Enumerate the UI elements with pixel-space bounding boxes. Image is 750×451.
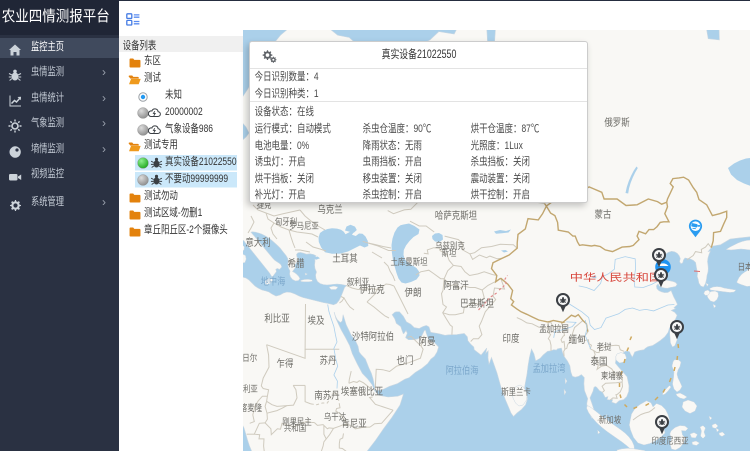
svg-text:孟加拉湾: 孟加拉湾 (533, 362, 566, 375)
svg-text:伊朗: 伊朗 (405, 287, 422, 299)
svg-text:日本: 日本 (738, 261, 750, 272)
svg-text:印度: 印度 (503, 332, 520, 345)
svg-text:孟加拉国: 孟加拉国 (539, 323, 569, 334)
svg-text:阿拉伯海: 阿拉伯海 (446, 364, 479, 377)
svg-text:中华人民共和国: 中华人民共和国 (570, 271, 662, 284)
svg-text:土耳其: 土耳其 (332, 252, 357, 265)
svg-text:也门: 也门 (397, 354, 414, 367)
svg-text:尼日利亚: 尼日利亚 (243, 383, 258, 394)
svg-text:苏丹: 苏丹 (320, 354, 337, 367)
svg-text:共和国: 共和国 (284, 423, 306, 433)
svg-text:乌克兰: 乌克兰 (317, 203, 342, 216)
svg-text:利比亚: 利比亚 (264, 312, 289, 325)
svg-text:土库曼斯坦: 土库曼斯坦 (391, 256, 428, 267)
svg-text:沙特阿拉伯: 沙特阿拉伯 (352, 330, 394, 343)
svg-text:尼日尔: 尼日尔 (243, 352, 257, 363)
svg-text:斯里兰卡: 斯里兰卡 (501, 386, 531, 397)
svg-text:埃及: 埃及 (308, 314, 325, 327)
svg-text:南苏丹: 南苏丹 (314, 389, 339, 402)
svg-text:缅甸: 缅甸 (569, 333, 586, 346)
svg-text:柬埔寨: 柬埔寨 (601, 370, 623, 381)
svg-text:新加坡: 新加坡 (599, 414, 621, 425)
svg-text:罗马尼亚: 罗马尼亚 (289, 221, 319, 231)
svg-text:阿富汗: 阿富汗 (443, 279, 468, 292)
svg-text:地中海: 地中海 (261, 275, 286, 288)
svg-text:印度尼西亚: 印度尼西亚 (652, 435, 689, 446)
svg-text:意大利: 意大利 (245, 236, 270, 249)
svg-text:巴基斯坦: 巴基斯坦 (460, 297, 494, 310)
svg-text:希腊: 希腊 (288, 257, 305, 270)
svg-text:蒙古: 蒙古 (595, 208, 612, 221)
svg-text:哈萨克斯坦: 哈萨克斯坦 (435, 209, 477, 222)
svg-text:喀麦隆: 喀麦隆 (243, 402, 262, 413)
svg-text:阿曼: 阿曼 (419, 336, 436, 348)
svg-text:乍得: 乍得 (277, 357, 294, 370)
svg-text:老挝: 老挝 (597, 341, 612, 352)
svg-text:俄罗斯: 俄罗斯 (604, 116, 629, 129)
svg-text:乌干达: 乌干达 (324, 411, 346, 422)
svg-text:埃塞俄比亚: 埃塞俄比亚 (341, 385, 383, 398)
svg-text:斯坦: 斯坦 (442, 247, 457, 258)
svg-text:伊拉克: 伊拉克 (359, 283, 384, 296)
svg-text:泰国: 泰国 (591, 355, 608, 368)
